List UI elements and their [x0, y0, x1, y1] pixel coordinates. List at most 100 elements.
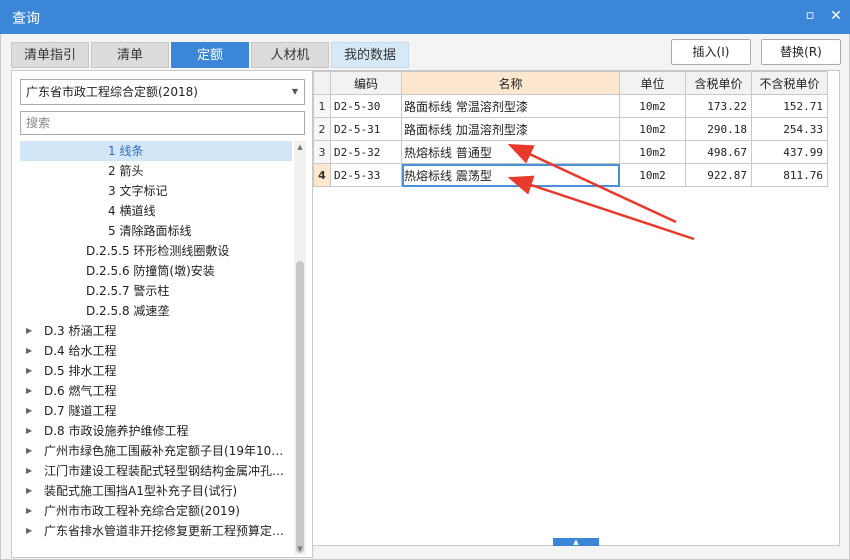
- tree-scrollbar[interactable]: ▲ ▼: [294, 141, 306, 555]
- empty-cell: [620, 233, 686, 256]
- table-row[interactable]: 3 D2-5-32 热熔标线 普通型 10m2 498.67 437.99: [313, 140, 828, 164]
- tree-node[interactable]: 1 线条: [20, 141, 292, 161]
- empty-cell: [686, 394, 752, 417]
- expand-arrow-icon[interactable]: ▶: [26, 401, 36, 421]
- empty-cell: [331, 348, 402, 371]
- header-price-with-tax[interactable]: 含税单价: [685, 71, 752, 95]
- cell-name[interactable]: 路面标线 常温溶剂型漆: [401, 94, 620, 118]
- cell-unit[interactable]: 10m2: [619, 140, 686, 164]
- row-number[interactable]: 3: [313, 140, 331, 164]
- tree-node[interactable]: ▶ D.3 桥涵工程: [20, 321, 292, 341]
- close-icon[interactable]: ✕: [828, 8, 844, 24]
- empty-cell: [620, 279, 686, 302]
- expand-arrow-icon[interactable]: ▶: [26, 321, 36, 341]
- table-row[interactable]: 1 D2-5-30 路面标线 常温溶剂型漆 10m2 173.22 152.71: [313, 94, 828, 118]
- tree-node[interactable]: ▶ D.6 燃气工程: [20, 381, 292, 401]
- empty-cell: [686, 256, 752, 279]
- cell-name[interactable]: 路面标线 加温溶剂型漆: [401, 117, 620, 141]
- cell-unit[interactable]: 10m2: [619, 163, 686, 187]
- tree-node[interactable]: ▶ D.7 隧道工程: [20, 401, 292, 421]
- table-row[interactable]: 4 D2-5-33 热熔标线 震荡型 10m2 922.87 811.76: [313, 163, 828, 187]
- cell-code[interactable]: D2-5-33: [330, 163, 402, 187]
- empty-cell: [686, 187, 752, 210]
- cell-price-with-tax[interactable]: 922.87: [685, 163, 752, 187]
- row-number[interactable]: 2: [313, 117, 331, 141]
- expand-arrow-icon[interactable]: ▶: [26, 521, 36, 541]
- expand-arrow-icon[interactable]: ▶: [26, 441, 36, 461]
- scroll-up-icon[interactable]: ▲: [294, 141, 306, 153]
- cell-price-without-tax[interactable]: 811.76: [751, 163, 828, 187]
- tree-node[interactable]: ▶ D.8 市政设施养护维修工程: [20, 421, 292, 441]
- tree-node[interactable]: 3 文字标记: [20, 181, 292, 201]
- cell-price-without-tax[interactable]: 152.71: [751, 94, 828, 118]
- tree-node[interactable]: ▶ 江门市建设工程装配式轻型钢结构金属冲孔…: [20, 461, 292, 481]
- cell-price-without-tax[interactable]: 437.99: [751, 140, 828, 164]
- empty-cell: [314, 279, 331, 302]
- scroll-down-icon[interactable]: ▼: [294, 543, 306, 555]
- expand-arrow-icon[interactable]: ▶: [26, 381, 36, 401]
- empty-cell: [752, 348, 828, 371]
- empty-cell: [402, 210, 620, 233]
- expand-arrow-icon[interactable]: ▶: [26, 361, 36, 381]
- tree-node[interactable]: 5 清除路面标线: [20, 221, 292, 241]
- quota-library-select[interactable]: 广东省市政工程综合定额(2018) ▼: [20, 79, 305, 105]
- expand-arrow-icon[interactable]: ▶: [26, 461, 36, 481]
- cell-code[interactable]: D2-5-32: [330, 140, 402, 164]
- expand-arrow-icon[interactable]: ▶: [26, 501, 36, 521]
- tree-node[interactable]: ▶ D.5 排水工程: [20, 361, 292, 381]
- empty-cell: [331, 233, 402, 256]
- tab-my-data[interactable]: 我的数据: [331, 42, 409, 68]
- tree-node[interactable]: 4 横道线: [20, 201, 292, 221]
- header-name[interactable]: 名称: [401, 71, 620, 95]
- cell-unit[interactable]: 10m2: [619, 94, 686, 118]
- splitter-handle[interactable]: ▲: [553, 538, 599, 546]
- cell-code[interactable]: D2-5-30: [330, 94, 402, 118]
- expand-arrow-icon[interactable]: ▶: [26, 421, 36, 441]
- header-code[interactable]: 编码: [330, 71, 402, 95]
- empty-cell: [314, 256, 331, 279]
- tree-node[interactable]: D.2.5.8 减速垄: [20, 301, 292, 321]
- empty-cell: [402, 325, 620, 348]
- insert-button[interactable]: 插入(I): [671, 39, 751, 65]
- header-unit[interactable]: 单位: [619, 71, 686, 95]
- scrollbar-thumb[interactable]: [296, 261, 304, 553]
- table-row[interactable]: 2 D2-5-31 路面标线 加温溶剂型漆 10m2 290.18 254.33: [313, 117, 828, 141]
- empty-row: [314, 325, 828, 348]
- empty-cell: [314, 302, 331, 325]
- cell-name[interactable]: 热熔标线 普通型: [401, 140, 620, 164]
- header-price-without-tax[interactable]: 不含税单价: [751, 71, 828, 95]
- tree-node[interactable]: D.2.5.6 防撞筒(墩)安装: [20, 261, 292, 281]
- search-input[interactable]: [20, 111, 305, 135]
- empty-row: [314, 440, 828, 463]
- cell-price-with-tax[interactable]: 173.22: [685, 94, 752, 118]
- cell-price-without-tax[interactable]: 254.33: [751, 117, 828, 141]
- tree-node[interactable]: ▶ 装配式施工围挡A1型补充子目(试行): [20, 481, 292, 501]
- tab-quota[interactable]: 定额: [171, 42, 249, 68]
- cell-unit[interactable]: 10m2: [619, 117, 686, 141]
- tree-node[interactable]: ▶ 广州市市政工程补充综合定额(2019): [20, 501, 292, 521]
- tree-node[interactable]: ▶ D.4 给水工程: [20, 341, 292, 361]
- row-number[interactable]: 4: [313, 163, 331, 187]
- tab-bill[interactable]: 清单: [91, 42, 169, 68]
- tab-labor-material-machine[interactable]: 人材机: [251, 42, 329, 68]
- tree-node[interactable]: ▶ 广州市绿色施工围蔽补充定额子目(19年10…: [20, 441, 292, 461]
- cell-price-with-tax[interactable]: 498.67: [685, 140, 752, 164]
- row-number[interactable]: 1: [313, 94, 331, 118]
- expand-arrow-icon[interactable]: ▶: [26, 481, 36, 501]
- cell-code[interactable]: D2-5-31: [330, 117, 402, 141]
- tab-bill-guide[interactable]: 清单指引: [11, 42, 89, 68]
- empty-cell: [331, 417, 402, 440]
- empty-row: [314, 394, 828, 417]
- expand-arrow-icon[interactable]: ▶: [26, 341, 36, 361]
- cell-price-with-tax[interactable]: 290.18: [685, 117, 752, 141]
- empty-row: [314, 348, 828, 371]
- cell-name[interactable]: 热熔标线 震荡型: [401, 163, 620, 187]
- tree-node[interactable]: D.2.5.7 警示柱: [20, 281, 292, 301]
- query-dialog: 清单指引 清单 定额 人材机 我的数据 插入(I) 替换(R) 广东省市政工程综…: [0, 34, 850, 560]
- tree-node-label: D.3 桥涵工程: [44, 324, 117, 338]
- tree-node[interactable]: 2 箭头: [20, 161, 292, 181]
- tree-node[interactable]: D.2.5.5 环形检测线圈敷设: [20, 241, 292, 261]
- tree-node[interactable]: ▶ 广东省排水管道非开挖修复更新工程预算定…: [20, 521, 292, 541]
- minimize-icon[interactable]: ▫: [802, 8, 818, 24]
- replace-button[interactable]: 替换(R): [761, 39, 841, 65]
